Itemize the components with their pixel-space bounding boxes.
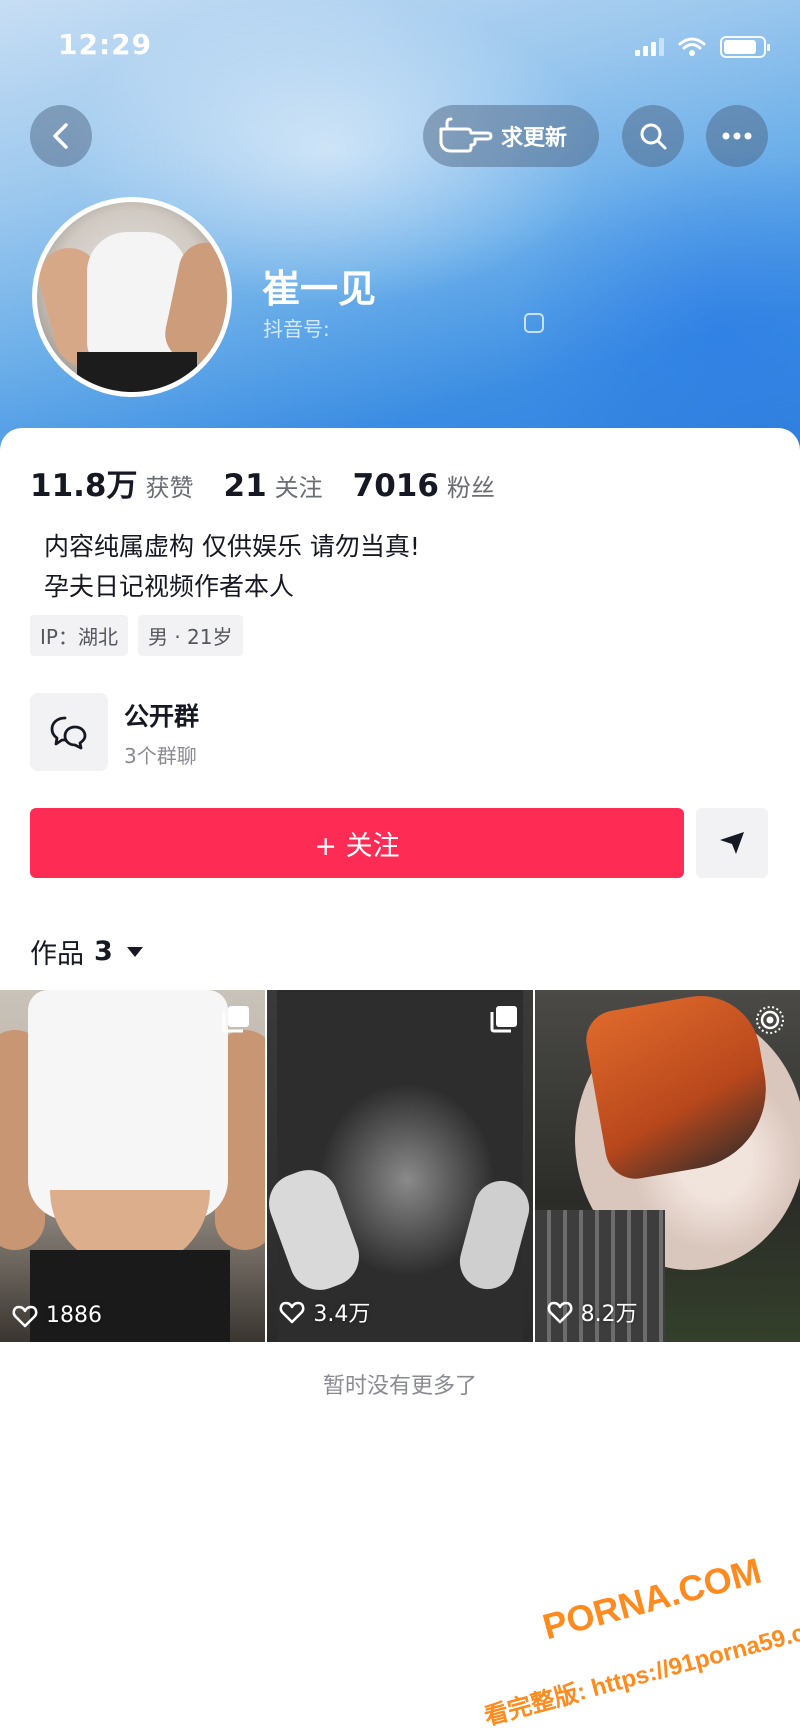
works-grid: 1886 3.4万 8.2万 <box>0 990 800 1342</box>
stat-followers-label: 粉丝 <box>446 474 495 502</box>
stat-following-label: 关注 <box>274 474 323 502</box>
pointing-hand-icon <box>439 117 493 153</box>
search-button[interactable] <box>622 105 684 167</box>
group-subtitle: 3个群聊 <box>124 744 197 768</box>
work-thumbnail[interactable]: 1886 <box>0 990 266 1342</box>
status-time: 12:29 <box>58 28 153 61</box>
group-title[interactable]: 公开群 <box>124 697 199 733</box>
bio-line: 孕夫日记视频作者本人 <box>44 572 295 601</box>
search-icon <box>640 123 667 150</box>
douyin-id-label: 抖音号: <box>263 317 330 341</box>
request-update-label: 求更新 <box>501 126 568 151</box>
back-button[interactable] <box>30 105 92 167</box>
profile-tags: IP：湖北 男 · 21岁 <box>30 615 243 656</box>
stat-likes-value: 11.8万 <box>30 468 138 504</box>
chat-bubbles-icon <box>50 716 87 750</box>
heart-icon <box>547 1301 573 1324</box>
gender-age-tag: 男 · 21岁 <box>137 615 243 656</box>
works-tab[interactable]: 作品 3 <box>30 932 143 971</box>
copy-icon[interactable] <box>524 313 544 333</box>
request-update-button[interactable]: 求更新 <box>423 105 599 167</box>
stat-following[interactable]: 21 关注 <box>224 468 323 504</box>
multi-image-icon <box>222 1006 250 1033</box>
send-message-button[interactable] <box>696 808 768 878</box>
stat-following-value: 21 <box>223 468 267 504</box>
works-count: 3 <box>94 936 113 967</box>
work-likes: 1886 <box>12 1303 102 1328</box>
bio-line: 内容纯属虚构 仅供娱乐 请勿当真! <box>44 532 420 561</box>
work-likes: 8.2万 <box>547 1296 638 1328</box>
stat-followers-value: 7016 <box>352 468 439 504</box>
stat-likes[interactable]: 11.8万 获赞 <box>30 460 194 505</box>
signal-icon <box>635 38 664 56</box>
follow-button[interactable]: + 关注 <box>30 808 684 878</box>
status-icons <box>635 36 770 58</box>
avatar[interactable] <box>32 197 232 397</box>
battery-icon <box>720 36 770 58</box>
bio: 内容纯属虚构 仅供娱乐 请勿当真! 孕夫日记视频作者本人 <box>44 527 420 607</box>
ip-location-tag: IP：湖北 <box>30 615 128 656</box>
stat-followers[interactable]: 7016 粉丝 <box>353 468 495 504</box>
stat-likes-label: 获赞 <box>145 474 194 502</box>
work-thumbnail[interactable]: 8.2万 <box>534 990 800 1342</box>
heart-icon <box>279 1301 305 1324</box>
chevron-left-icon <box>53 123 68 149</box>
group-chat-entry[interactable] <box>30 693 108 771</box>
no-more-text: 暂时没有更多了 <box>322 1374 477 1399</box>
work-thumbnail[interactable]: 3.4万 <box>267 990 533 1342</box>
work-likes-count: 3.4万 <box>313 1302 371 1327</box>
stats-row: 11.8万 获赞 21 关注 7016 粉丝 <box>30 460 495 505</box>
send-icon <box>720 832 744 854</box>
heart-icon <box>12 1305 38 1327</box>
work-likes-count: 8.2万 <box>580 1302 638 1327</box>
nickname: 崔一见 <box>262 267 377 311</box>
works-title: 作品 <box>30 939 84 970</box>
work-likes: 3.4万 <box>279 1296 370 1328</box>
live-photo-icon <box>755 1006 784 1034</box>
caret-down-icon <box>126 946 143 957</box>
more-button[interactable] <box>706 105 768 167</box>
more-dots-icon <box>722 132 752 140</box>
multi-image-icon <box>490 1006 517 1033</box>
wifi-icon <box>678 37 706 56</box>
work-likes-count: 1886 <box>46 1303 102 1328</box>
